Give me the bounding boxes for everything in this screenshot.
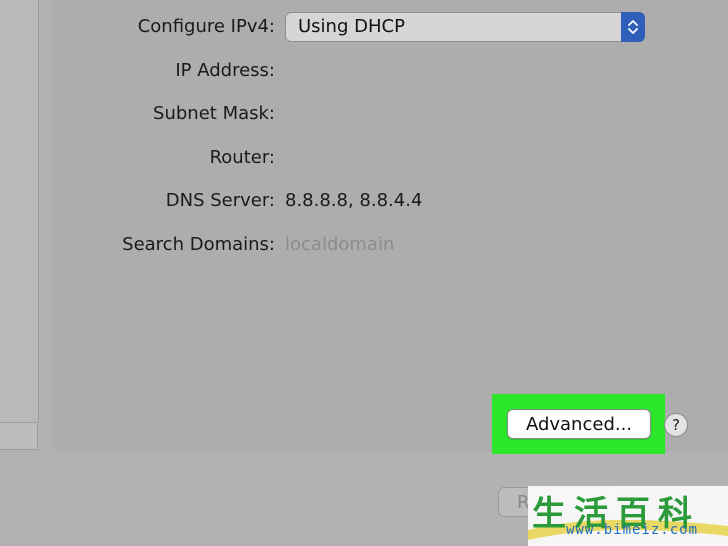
sidebar-footer (0, 422, 38, 450)
watermark-url: www.bimeiz.com (566, 522, 699, 538)
configure-ipv4-select[interactable]: Using DHCP (285, 12, 645, 42)
dns-server-label: DNS Server: (165, 190, 275, 211)
advanced-button[interactable]: Advanced... (507, 409, 651, 439)
dns-server-row: DNS Server: 8.8.8.8, 8.8.4.4 (52, 186, 728, 216)
ip-address-label: IP Address: (175, 60, 275, 81)
search-domains-row: Search Domains: localdomain (52, 230, 728, 260)
search-domains-label: Search Domains: (122, 234, 275, 255)
network-settings-panel: Configure IPv4: Using DHCP IP Address: S… (52, 0, 728, 452)
sidebar (0, 0, 39, 422)
ip-address-row: IP Address: (52, 56, 728, 86)
subnet-mask-label: Subnet Mask: (153, 103, 275, 124)
watermark: 生活百科 www.bimeiz.com (528, 486, 728, 546)
router-row: Router: (52, 143, 728, 173)
configure-ipv4-value: Using DHCP (298, 16, 405, 37)
dns-server-value: 8.8.8.8, 8.8.4.4 (285, 190, 423, 211)
configure-ipv4-label: Configure IPv4: (137, 16, 275, 37)
help-button[interactable]: ? (664, 413, 688, 437)
search-domains-value: localdomain (285, 234, 395, 255)
router-label: Router: (209, 147, 275, 168)
subnet-mask-row: Subnet Mask: (52, 99, 728, 129)
up-down-chevron-icon[interactable] (621, 12, 645, 42)
